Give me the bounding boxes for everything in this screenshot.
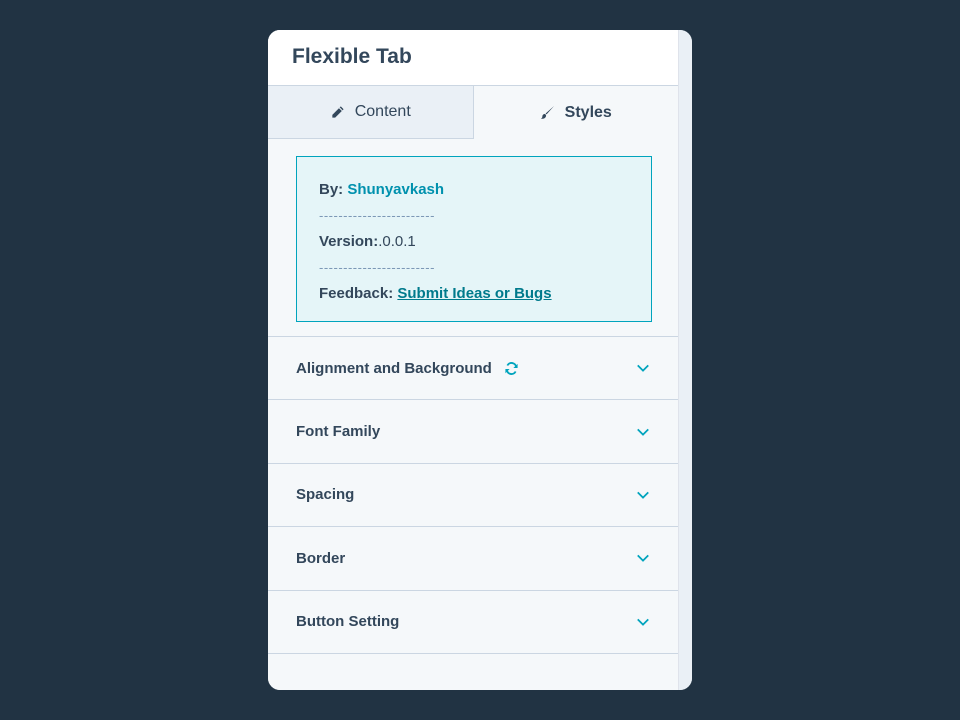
section-alignment-background[interactable]: Alignment and Background [268, 337, 678, 401]
section-label: Font Family [296, 423, 381, 441]
separator: ------------------------ [319, 260, 435, 275]
separator: ------------------------ [319, 208, 435, 223]
scrollbar-track[interactable] [678, 30, 692, 690]
author-name: Shunyavkash [347, 181, 445, 198]
chevron-down-icon [637, 491, 649, 499]
panel-title: Flexible Tab [292, 45, 412, 68]
tab-styles-label: Styles [564, 103, 612, 121]
section-label: Alignment and Background [296, 359, 492, 377]
style-sections: Alignment and Background Font Family Spa… [268, 336, 678, 654]
chevron-down-icon [637, 555, 649, 563]
version-value: .0.0.1 [378, 233, 416, 250]
chevron-down-icon [637, 364, 649, 373]
panel-content: Flexible Tab Content Styles By: Shunyavk… [268, 30, 678, 690]
tab-styles[interactable]: Styles [473, 86, 678, 139]
tab-bar: Content Styles [268, 86, 678, 139]
chevron-down-icon [637, 618, 649, 626]
version-label: Version: [319, 233, 379, 250]
feedback-line: Feedback: Submit Ideas or Bugs [319, 281, 629, 307]
section-spacing[interactable]: Spacing [268, 464, 678, 528]
section-label: Spacing [296, 486, 355, 504]
section-font-family[interactable]: Font Family [268, 400, 678, 464]
by-label: By: [319, 181, 344, 198]
feedback-label: Feedback: [319, 285, 394, 302]
tab-content[interactable]: Content [268, 86, 474, 138]
section-button-setting[interactable]: Button Setting [268, 591, 678, 654]
tab-content-label: Content [354, 103, 411, 120]
section-label: Button Setting [296, 613, 400, 631]
chevron-down-icon [637, 428, 649, 436]
version-line: Version:.0.0.1 [319, 229, 629, 255]
brush-icon [540, 105, 554, 119]
flexible-tab-panel: Flexible Tab Content Styles By: Shunyavk… [268, 30, 692, 690]
author-line: By: Shunyavkash [319, 177, 629, 203]
section-label: Border [296, 549, 346, 567]
panel-header: Flexible Tab [268, 30, 678, 86]
section-border[interactable]: Border [268, 527, 678, 591]
pencil-icon [332, 105, 344, 118]
module-info-box: By: Shunyavkash ------------------------… [296, 156, 652, 322]
refresh-icon[interactable] [504, 361, 519, 376]
feedback-link[interactable]: Submit Ideas or Bugs [397, 285, 551, 302]
